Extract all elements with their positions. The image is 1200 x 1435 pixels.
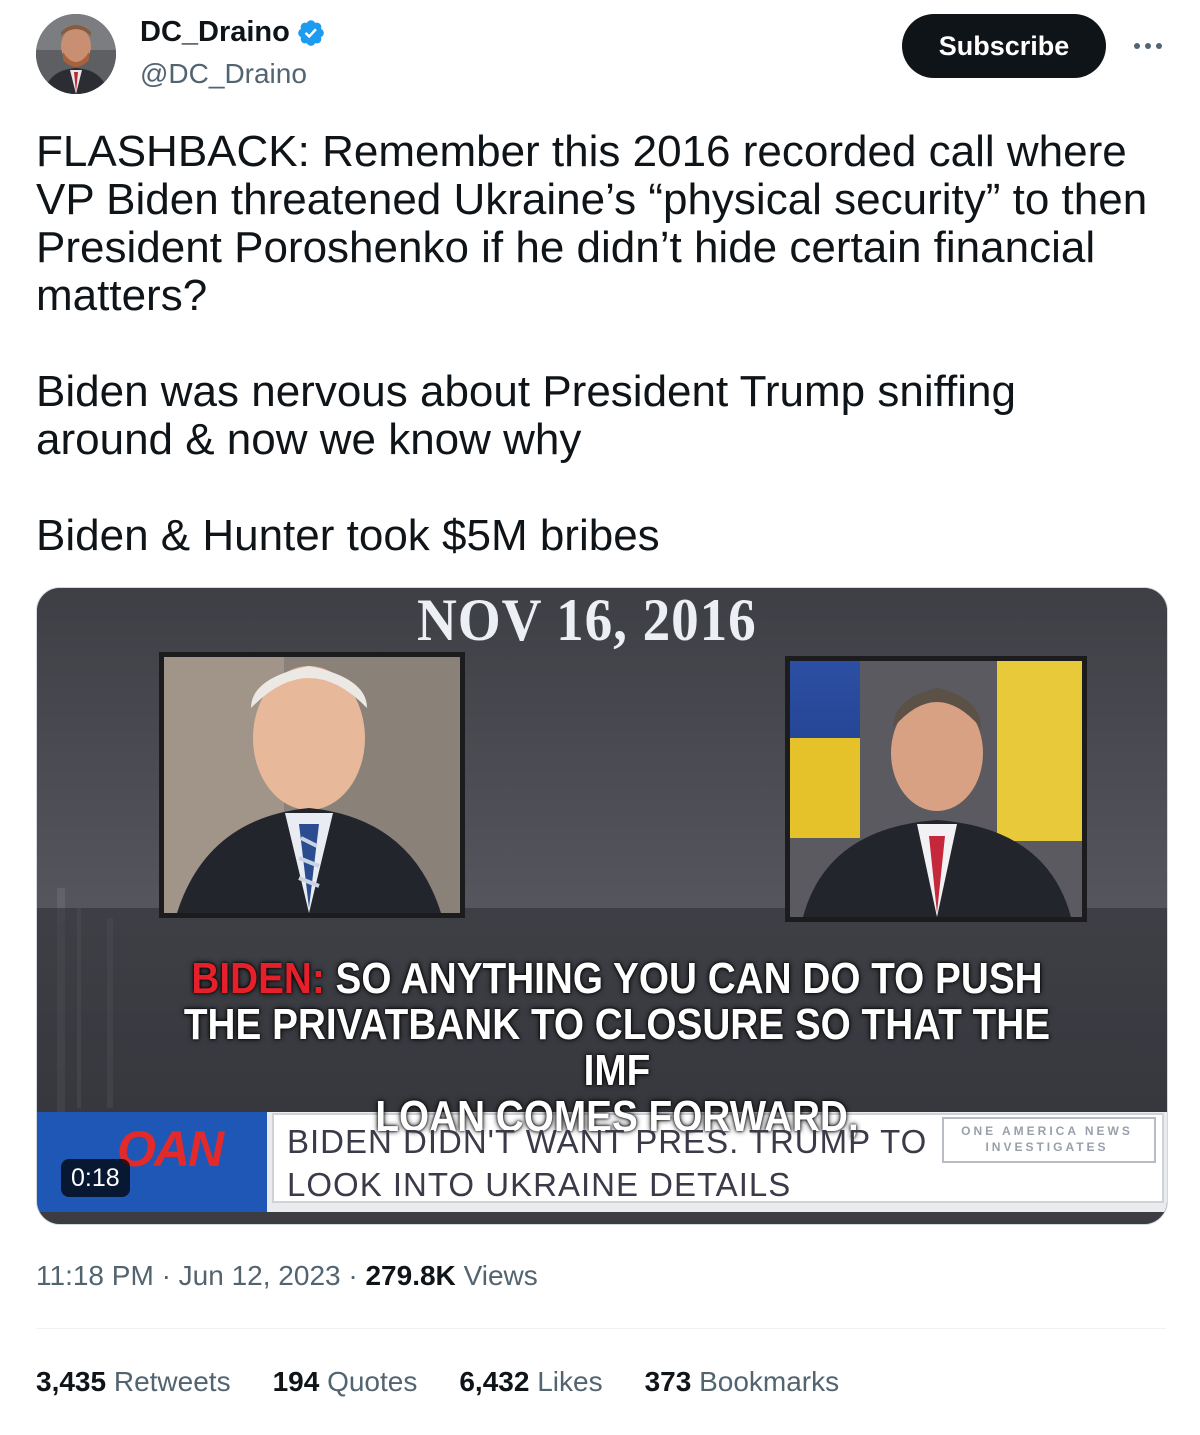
- stat-label: Quotes: [327, 1366, 418, 1397]
- views-count: 279.8K: [365, 1260, 456, 1291]
- more-dot: [1156, 43, 1162, 49]
- video-caption: BIDEN: SO ANYTHING YOU CAN DO TO PUSH TH…: [159, 956, 1074, 1140]
- video-date-overlay: NOV 16, 2016: [417, 587, 757, 653]
- video-duration-badge: 0:18: [61, 1159, 130, 1197]
- caption-line: BIDEN: SO ANYTHING YOU CAN DO TO PUSH: [159, 956, 1074, 1002]
- engagement-stats: 3,435 Retweets 194 Quotes 6,432 Likes 37…: [36, 1366, 839, 1398]
- author-display-name[interactable]: DC_Draino: [140, 16, 290, 49]
- stat-label: Retweets: [113, 1366, 231, 1397]
- quotes-stat[interactable]: 194 Quotes: [273, 1366, 418, 1398]
- author-name-row[interactable]: DC_Draino: [140, 16, 326, 49]
- video-player[interactable]: NOV 16, 2016 BIDEN: SO ANYTHING YOU CAN …: [36, 587, 1168, 1225]
- more-dot: [1134, 43, 1140, 49]
- stat-count: 6,432: [459, 1366, 530, 1397]
- caption-line-2: THE PRIVATBANK TO CLOSURE SO THAT THE IM…: [183, 1000, 1051, 1095]
- tweet-text: FLASHBACK: Remember this 2016 recorded c…: [36, 128, 1156, 560]
- tweet-paragraph: Biden was nervous about President Trump …: [36, 367, 1016, 464]
- author-handle[interactable]: @DC_Draino: [140, 58, 307, 90]
- bookmarks-stat[interactable]: 373 Bookmarks: [645, 1366, 840, 1398]
- right-portrait: [785, 656, 1087, 922]
- tweet-date[interactable]: Jun 12, 2023: [179, 1260, 341, 1291]
- stat-label: Likes: [537, 1366, 603, 1397]
- more-horizontal-icon[interactable]: [1128, 26, 1168, 66]
- tweet-paragraph: Biden & Hunter took $5M bribes: [36, 511, 660, 560]
- verified-badge-icon: [296, 18, 326, 48]
- tweet-meta: 11:18 PM · Jun 12, 2023 · 279.8K Views: [36, 1260, 538, 1292]
- side-badge-line-1: ONE AMERICA NEWS: [961, 1124, 1133, 1138]
- divider: [36, 1328, 1166, 1329]
- meta-separator: ·: [348, 1260, 358, 1291]
- avatar-photo: [36, 14, 116, 94]
- subscribe-button[interactable]: Subscribe: [902, 14, 1106, 78]
- left-portrait: [159, 652, 465, 918]
- ticker-line-1: BIDEN DIDN'T WANT PRES. TRUMP TO: [287, 1123, 928, 1160]
- stat-count: 194: [272, 1366, 320, 1397]
- network-logo: OAN: [117, 1121, 224, 1177]
- ticker-line-2: LOOK INTO UKRAINE DETAILS: [287, 1166, 792, 1203]
- video-ticker: BIDEN DIDN'T WANT PRES. TRUMP TO LOOK IN…: [287, 1120, 927, 1206]
- stat-count: 3,435: [36, 1366, 107, 1397]
- stat-label: Bookmarks: [699, 1366, 840, 1397]
- side-badge-line-2: INVESTIGATES: [985, 1140, 1109, 1154]
- top-edge: [0, 0, 1200, 6]
- meta-separator: ·: [161, 1260, 171, 1291]
- views-label: Views: [463, 1260, 538, 1291]
- tweet-paragraph: FLASHBACK: Remember this 2016 recorded c…: [36, 127, 1148, 320]
- caption-line-1: SO ANYTHING YOU CAN DO TO PUSH: [324, 954, 1043, 1003]
- retweets-stat[interactable]: 3,435 Retweets: [36, 1366, 231, 1398]
- stat-count: 373: [644, 1366, 692, 1397]
- video-side-badge: ONE AMERICA NEWS INVESTIGATES: [947, 1123, 1147, 1155]
- caption-speaker: BIDEN:: [191, 954, 325, 1003]
- author-avatar[interactable]: [36, 14, 116, 94]
- tweet-time[interactable]: 11:18 PM: [36, 1260, 154, 1291]
- more-dot: [1145, 43, 1151, 49]
- likes-stat[interactable]: 6,432 Likes: [459, 1366, 602, 1398]
